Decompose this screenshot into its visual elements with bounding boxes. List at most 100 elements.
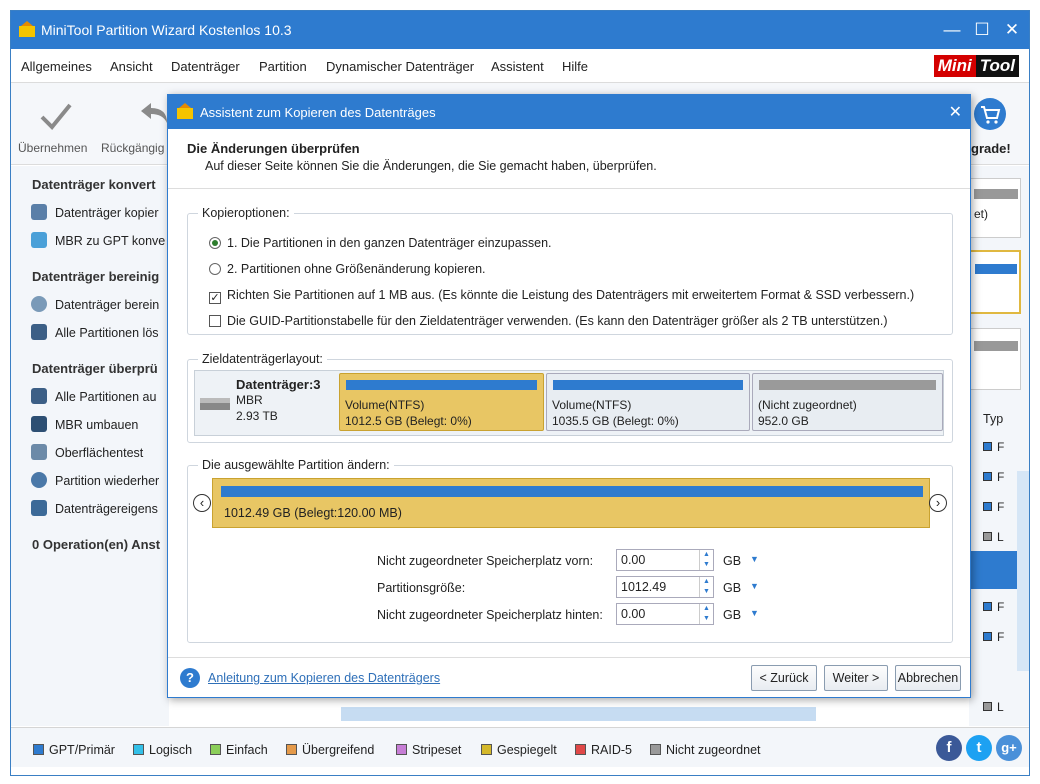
disk-map: Datenträger:3 MBR 2.93 TB Volume(NTFS) 1… <box>194 370 944 436</box>
menu-datentraeger[interactable]: Datenträger <box>171 59 240 74</box>
col-header-typ[interactable]: Typ <box>983 412 1003 426</box>
sidebar: Datenträger konvert Datenträger kopier M… <box>11 166 169 726</box>
undo-icon[interactable] <box>137 99 169 129</box>
sidebar-item-copy-disk[interactable]: Datenträger kopier <box>31 204 169 220</box>
legend-raid5: RAID-5 <box>575 743 632 757</box>
cancel-button[interactable]: Abbrechen <box>895 665 961 691</box>
menu-partition[interactable]: Partition <box>259 59 307 74</box>
legend-simple: Einfach <box>210 743 268 757</box>
disk-copy-icon <box>31 204 47 220</box>
partition-used-bar <box>221 486 923 497</box>
sidebar-item-mbr-to-gpt[interactable]: MBR zu GPT konve <box>31 232 169 248</box>
copy-options-group: Kopieroptionen: 1. Die Partitionen in de… <box>187 206 953 335</box>
menu-hilfe[interactable]: Hilfe <box>562 59 588 74</box>
sidebar-item-delete-all[interactable]: Alle Partitionen lös <box>31 324 169 340</box>
undo-button-label[interactable]: Rückgängig <box>101 141 164 155</box>
help-icon[interactable]: ? <box>180 668 200 688</box>
partition-bar <box>553 380 743 390</box>
sidebar-section-clean[interactable]: Datenträger bereinig <box>32 269 168 284</box>
cart-icon[interactable] <box>973 97 1007 131</box>
sidebar-section-check[interactable]: Datenträger überprü <box>32 361 168 376</box>
pending-operations[interactable]: 0 Operation(en) Anst <box>32 537 168 552</box>
recovery-icon <box>31 472 47 488</box>
change-partition-label: Die ausgewählte Partition ändern: <box>198 458 394 472</box>
horizontal-scrollbar[interactable] <box>341 707 816 721</box>
radio-on-icon <box>209 237 221 249</box>
maximize-icon[interactable]: ☐ <box>971 19 993 41</box>
option-no-resize[interactable]: 2. Partitionen ohne Größenänderung kopie… <box>209 262 486 276</box>
close-icon[interactable]: ✕ <box>1001 19 1023 41</box>
facebook-icon[interactable]: f <box>936 735 962 761</box>
disk-bar <box>974 341 1018 351</box>
legend-logical: Logisch <box>133 743 192 757</box>
menu-allgemeines[interactable]: Allgemeines <box>21 59 92 74</box>
page-heading: Die Änderungen überprüfen <box>187 141 360 156</box>
selected-row[interactable] <box>969 551 1017 589</box>
dialog-close-icon[interactable]: ✕ <box>949 102 962 122</box>
chevron-right-icon[interactable]: › <box>929 494 947 512</box>
dialog-title: Assistent zum Kopieren des Datenträges <box>200 105 436 120</box>
unit-dropdown-icon[interactable]: ▼ <box>750 608 759 618</box>
sidebar-item-wipe-disk[interactable]: Datenträger berein <box>31 296 169 312</box>
apply-button-label[interactable]: Übernehmen <box>18 141 87 155</box>
sidebar-section-convert[interactable]: Datenträger konvert <box>32 177 168 192</box>
legend-mirrored: Gespiegelt <box>481 743 557 757</box>
help-link[interactable]: Anleitung zum Kopieren des Datenträgers <box>208 671 440 685</box>
checkbox-unchecked-icon <box>209 315 221 327</box>
legend-unallocated: Nicht zugeordnet <box>650 743 761 757</box>
disk-type: MBR <box>236 393 263 407</box>
googleplus-icon[interactable]: g+ <box>996 735 1022 761</box>
sidebar-item-disk-properties[interactable]: Datenträgereigens <box>31 500 169 516</box>
disk-card[interactable] <box>969 328 1021 390</box>
spinner-icon[interactable]: ▲ ▼ <box>699 577 713 597</box>
copy-options-label: Kopieroptionen: <box>198 206 294 220</box>
menu-assistent[interactable]: Assistent <box>491 59 544 74</box>
minimize-icon[interactable]: — <box>941 19 963 41</box>
after-space-input[interactable]: 0.00 ▲ ▼ <box>616 603 714 625</box>
convert-icon <box>31 232 47 248</box>
unit-label: GB <box>723 554 742 568</box>
scrollbar[interactable] <box>1017 471 1029 671</box>
partition-size-input[interactable]: 1012.49 ▲ ▼ <box>616 576 714 598</box>
tools-icon <box>31 416 47 432</box>
back-button[interactable]: < Zurück <box>751 665 817 691</box>
partition-bar <box>759 380 936 390</box>
trash-icon <box>31 324 47 340</box>
spinner-icon[interactable]: ▲ ▼ <box>699 604 713 624</box>
before-space-input[interactable]: 0.00 ▲ ▼ <box>616 549 714 571</box>
upgrade-label[interactable]: grade! <box>971 141 1011 156</box>
disk-card-selected[interactable] <box>969 250 1021 314</box>
partition-block-1[interactable]: Volume(NTFS) 1012.5 GB (Belegt: 0%) <box>339 373 544 431</box>
checkbox-use-gpt[interactable]: Die GUID-Partitionstabelle für den Zield… <box>209 314 888 328</box>
legend-striped: Stripeset <box>396 743 461 757</box>
checkbox-align-1mb[interactable]: ✓ Richten Sie Partitionen auf 1 MB aus. (… <box>209 288 914 304</box>
partition-block-unallocated[interactable]: (Nicht zugeordnet) 952.0 GB <box>752 373 943 431</box>
twitter-icon[interactable]: t <box>966 735 992 761</box>
spinner-icon[interactable]: ▲ ▼ <box>699 550 713 570</box>
sidebar-item-align-all[interactable]: Alle Partitionen au <box>31 388 169 404</box>
legend-spanned: Übergreifend <box>286 743 374 757</box>
menu-dynamischer-datentraeger[interactable]: Dynamischer Datenträger <box>326 59 474 74</box>
sidebar-item-rebuild-mbr[interactable]: MBR umbauen <box>31 416 169 432</box>
disk-bar <box>974 189 1018 199</box>
after-space-label: Nicht zugeordneter Speicherplatz hinten: <box>377 608 603 622</box>
checkmark-icon[interactable] <box>39 101 73 131</box>
menu-ansicht[interactable]: Ansicht <box>110 59 153 74</box>
option-fit-whole-disk[interactable]: 1. Die Partitionen in den ganzen Datentr… <box>209 236 552 250</box>
app-title: MiniTool Partition Wizard Kostenlos 10.3 <box>41 22 292 38</box>
unit-dropdown-icon[interactable]: ▼ <box>750 554 759 564</box>
partition-size-text: 1012.49 GB (Belegt:120.00 MB) <box>224 506 402 520</box>
unit-dropdown-icon[interactable]: ▼ <box>750 581 759 591</box>
sidebar-item-surface-test[interactable]: Oberflächentest <box>31 444 169 460</box>
chevron-left-icon[interactable]: ‹ <box>193 494 211 512</box>
partition-block-2[interactable]: Volume(NTFS) 1035.5 GB (Belegt: 0%) <box>546 373 750 431</box>
target-layout-group: Zieldatenträgerlayout: Datenträger:3 MBR… <box>187 352 953 443</box>
next-button[interactable]: Weiter > <box>824 665 888 691</box>
minitool-logo: Mini Tool <box>933 55 1019 77</box>
partition-bar <box>346 380 537 390</box>
sidebar-item-partition-recovery[interactable]: Partition wiederher <box>31 472 169 488</box>
app-logo-icon <box>19 21 35 37</box>
disk-card[interactable]: et) <box>969 178 1021 238</box>
dialog-header: Die Änderungen überprüfen Auf dieser Sei… <box>168 129 970 189</box>
partition-resize-bar[interactable]: 1012.49 GB (Belegt:120.00 MB) <box>212 478 930 528</box>
